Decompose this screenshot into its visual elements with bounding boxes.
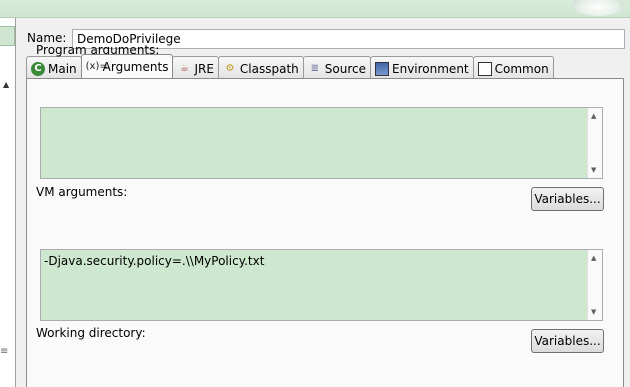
tab-arguments-label: Arguments: [102, 59, 169, 74]
vm-arguments-scrollbar[interactable]: ▲ ▼: [587, 250, 602, 320]
tab-classpath[interactable]: ⚙ Classpath: [217, 56, 304, 78]
environment-icon: [375, 61, 389, 76]
tab-main[interactable]: C Main: [26, 56, 82, 78]
tab-jre-label: JRE: [194, 61, 214, 76]
vm-arguments-variables-button[interactable]: Variables...: [531, 329, 604, 353]
left-panel: ▲ ≡: [0, 18, 16, 387]
tab-environment-label: Environment: [392, 61, 469, 76]
vm-arguments-title: VM arguments:: [36, 185, 128, 199]
classpath-icon: ⚙: [225, 62, 235, 74]
scroll-down-icon[interactable]: ▼: [591, 166, 596, 174]
left-panel-selected-row[interactable]: [0, 26, 15, 46]
launch-config-panel: Name: C Main (x)= Arguments ☕ JRE ⚙ Clas…: [22, 18, 630, 387]
main-icon: C: [31, 61, 45, 76]
tab-common-label: Common: [494, 61, 549, 76]
tab-jre[interactable]: ☕ JRE: [172, 56, 219, 78]
tab-source[interactable]: ≣ Source: [302, 56, 371, 78]
vm-arguments-textarea[interactable]: -Djava.security.policy=.\\MyPolicy.txt ▲…: [40, 249, 603, 321]
scroll-grip-icon[interactable]: ≡: [0, 346, 8, 357]
common-icon: [477, 61, 492, 76]
tab-arguments[interactable]: (x)= Arguments: [80, 54, 174, 78]
program-arguments-textarea[interactable]: ▲ ▼: [40, 107, 603, 179]
tab-classpath-label: Classpath: [239, 61, 299, 76]
scroll-up-icon[interactable]: ▲: [591, 254, 596, 262]
jre-icon: ☕: [179, 62, 189, 74]
working-directory-title: Working directory:: [36, 326, 146, 340]
banner-image: [572, 0, 624, 16]
tab-common[interactable]: Common: [472, 56, 554, 78]
tab-source-label: Source: [324, 61, 366, 76]
scroll-up-icon[interactable]: ▲: [591, 112, 596, 120]
program-arguments-variables-button[interactable]: Variables...: [531, 187, 604, 211]
top-banner: [0, 0, 630, 18]
source-icon: ≣: [310, 62, 319, 74]
tab-main-label: Main: [48, 61, 77, 76]
tab-environment[interactable]: Environment: [370, 56, 474, 78]
scroll-up-icon[interactable]: ▲: [3, 80, 9, 89]
program-arguments-scrollbar[interactable]: ▲ ▼: [587, 108, 602, 178]
vm-arguments-value: -Djava.security.policy=.\\MyPolicy.txt: [44, 254, 265, 268]
arguments-icon: (x)=: [85, 60, 108, 72]
tab-bar: C Main (x)= Arguments ☕ JRE ⚙ Classpath …: [26, 54, 554, 78]
scroll-down-icon[interactable]: ▼: [591, 308, 596, 316]
